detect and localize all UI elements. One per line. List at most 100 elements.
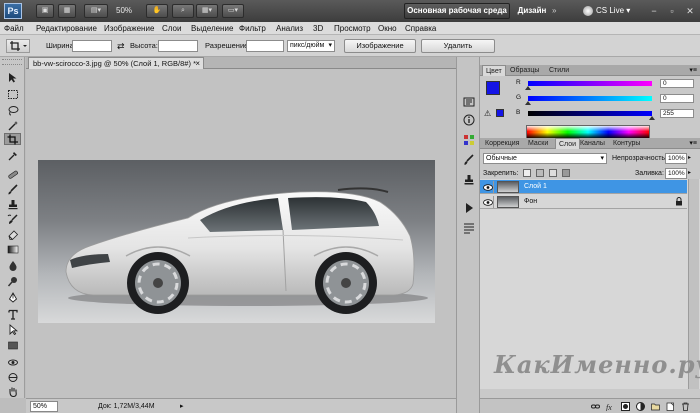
red-slider-thumb[interactable] <box>525 86 531 90</box>
gamut-warning-icon[interactable]: ⚠ <box>484 109 491 118</box>
width-input[interactable] <box>72 40 112 52</box>
web-safe-color-swatch[interactable] <box>496 109 504 117</box>
dodge-tool[interactable] <box>4 275 21 287</box>
tab-channels[interactable]: Каналы <box>577 138 608 149</box>
menu-filter[interactable]: Фильтр <box>239 22 266 35</box>
blue-value-input[interactable]: 255 <box>660 109 694 118</box>
blur-tool[interactable] <box>4 259 21 271</box>
history-panel-icon[interactable] <box>462 95 476 109</box>
canvas-area[interactable] <box>26 69 456 398</box>
layer-style-icon[interactable]: fx <box>605 401 615 411</box>
eraser-tool[interactable] <box>4 228 21 240</box>
brush-panel-icon[interactable] <box>462 153 476 167</box>
add-mask-icon[interactable] <box>620 401 630 411</box>
menu-window[interactable]: Окно <box>378 22 397 35</box>
quick-selection-tool[interactable] <box>4 119 21 131</box>
blue-slider-thumb[interactable] <box>649 116 655 120</box>
new-layer-icon[interactable] <box>665 401 675 411</box>
menu-edit[interactable]: Редактирование <box>36 22 97 35</box>
tab-styles[interactable]: Стили <box>546 65 572 76</box>
clone-stamp-tool[interactable] <box>4 198 21 210</box>
red-value-input[interactable]: 0 <box>660 79 694 88</box>
info-panel-icon[interactable] <box>462 113 476 127</box>
red-slider-track[interactable] <box>528 81 652 86</box>
resolution-unit-select[interactable]: пикс/дюйм ▾ <box>287 40 335 52</box>
history-brush-tool[interactable] <box>4 213 21 225</box>
swap-dimensions-icon[interactable]: ⇄ <box>117 35 125 57</box>
3d-orbit-tool[interactable] <box>4 371 21 383</box>
minimize-button[interactable]: − <box>646 4 662 18</box>
lock-position-icon[interactable] <box>549 169 558 178</box>
tab-paths[interactable]: Контуры <box>610 138 643 149</box>
green-slider-thumb[interactable] <box>525 101 531 105</box>
paragraph-panel-icon[interactable] <box>462 221 476 235</box>
extras-button[interactable]: ▤▾ <box>84 4 108 18</box>
gradient-tool[interactable] <box>4 243 21 255</box>
eyedropper-tool[interactable] <box>4 149 21 161</box>
restore-button[interactable]: ▫ <box>664 4 680 18</box>
workspace-design[interactable]: Дизайн <box>514 3 550 19</box>
car-photo[interactable] <box>38 160 435 323</box>
blend-mode-select[interactable]: Обычные ▾ <box>483 153 607 164</box>
new-group-icon[interactable] <box>650 401 660 411</box>
crop-tool[interactable] <box>4 133 21 145</box>
menu-analysis[interactable]: Анализ <box>276 22 303 35</box>
adjustment-layer-icon[interactable] <box>635 401 645 411</box>
zoom-tool-button[interactable]: ⌕ <box>172 4 194 18</box>
workspace-essentials[interactable]: Основная рабочая среда <box>404 3 510 19</box>
swatches-panel-icon[interactable] <box>462 133 476 147</box>
status-menu-arrow[interactable]: ▸ <box>180 399 184 413</box>
type-tool[interactable] <box>4 308 21 320</box>
green-slider-track[interactable] <box>528 96 652 101</box>
menu-view[interactable]: Просмотр <box>334 22 371 35</box>
link-layers-icon[interactable] <box>590 401 600 411</box>
status-zoom-input[interactable]: 50% <box>30 401 58 412</box>
shape-tool[interactable] <box>4 339 21 351</box>
clear-button[interactable]: Удалить <box>421 39 495 53</box>
hand-tool-button[interactable]: ✋ <box>146 4 168 18</box>
spot-healing-tool[interactable] <box>4 168 21 180</box>
toolbox-grip[interactable] <box>2 59 22 65</box>
actions-panel-icon[interactable] <box>462 201 476 215</box>
green-value-input[interactable]: 0 <box>660 94 694 103</box>
cs-live-button[interactable]: CS Live ▾ <box>583 3 630 19</box>
color-spectrum-ramp[interactable] <box>526 125 650 139</box>
fill-input[interactable]: 100% <box>665 168 687 179</box>
layer-row-background[interactable]: Фон <box>480 195 687 209</box>
workspace-more-button[interactable]: » <box>552 5 556 17</box>
menu-help[interactable]: Справка <box>405 22 436 35</box>
color-panel-menu-icon[interactable]: ▾≡ <box>689 65 697 76</box>
tab-color[interactable]: Цвет <box>482 65 506 76</box>
lock-all-icon[interactable] <box>562 169 571 178</box>
resolution-input[interactable] <box>246 40 284 52</box>
hand-tool[interactable] <box>4 385 21 397</box>
move-tool[interactable] <box>4 71 21 83</box>
path-selection-tool[interactable] <box>4 323 21 335</box>
tab-swatches[interactable]: Образцы <box>507 65 542 76</box>
blue-slider-track[interactable] <box>528 111 652 116</box>
bridge-button[interactable]: ▣ <box>36 4 54 18</box>
close-document-icon[interactable]: × <box>195 58 200 69</box>
menu-layers[interactable]: Слои <box>162 22 181 35</box>
brush-tool[interactable] <box>4 183 21 195</box>
tab-adjustments[interactable]: Коррекция <box>482 138 522 149</box>
close-window-button[interactable]: ✕ <box>682 4 698 18</box>
lasso-tool[interactable] <box>4 104 21 116</box>
menu-select[interactable]: Выделение <box>191 22 233 35</box>
opacity-input[interactable]: 100% <box>665 153 687 164</box>
minibridge-button[interactable]: ▦ <box>58 4 76 18</box>
document-tab[interactable]: bb-vw-scirocco-3.jpg @ 50% (Слой 1, RGB/… <box>28 57 204 69</box>
clone-source-panel-icon[interactable] <box>462 173 476 187</box>
layers-panel-menu-icon[interactable]: ▾≡ <box>689 138 697 149</box>
lock-image-icon[interactable] <box>536 169 545 178</box>
lock-transparent-icon[interactable] <box>523 169 532 178</box>
pen-tool[interactable] <box>4 291 21 303</box>
menu-file[interactable]: Файл <box>4 22 24 35</box>
tab-masks[interactable]: Маски <box>525 138 551 149</box>
marquee-tool[interactable] <box>4 88 21 100</box>
menu-3d[interactable]: 3D <box>313 22 323 35</box>
visibility-eye-icon[interactable] <box>482 181 494 193</box>
tool-preset-picker[interactable] <box>6 39 30 53</box>
opacity-dropdown-icon[interactable]: ▸ <box>688 154 691 161</box>
foreground-color-swatch[interactable] <box>486 81 500 95</box>
